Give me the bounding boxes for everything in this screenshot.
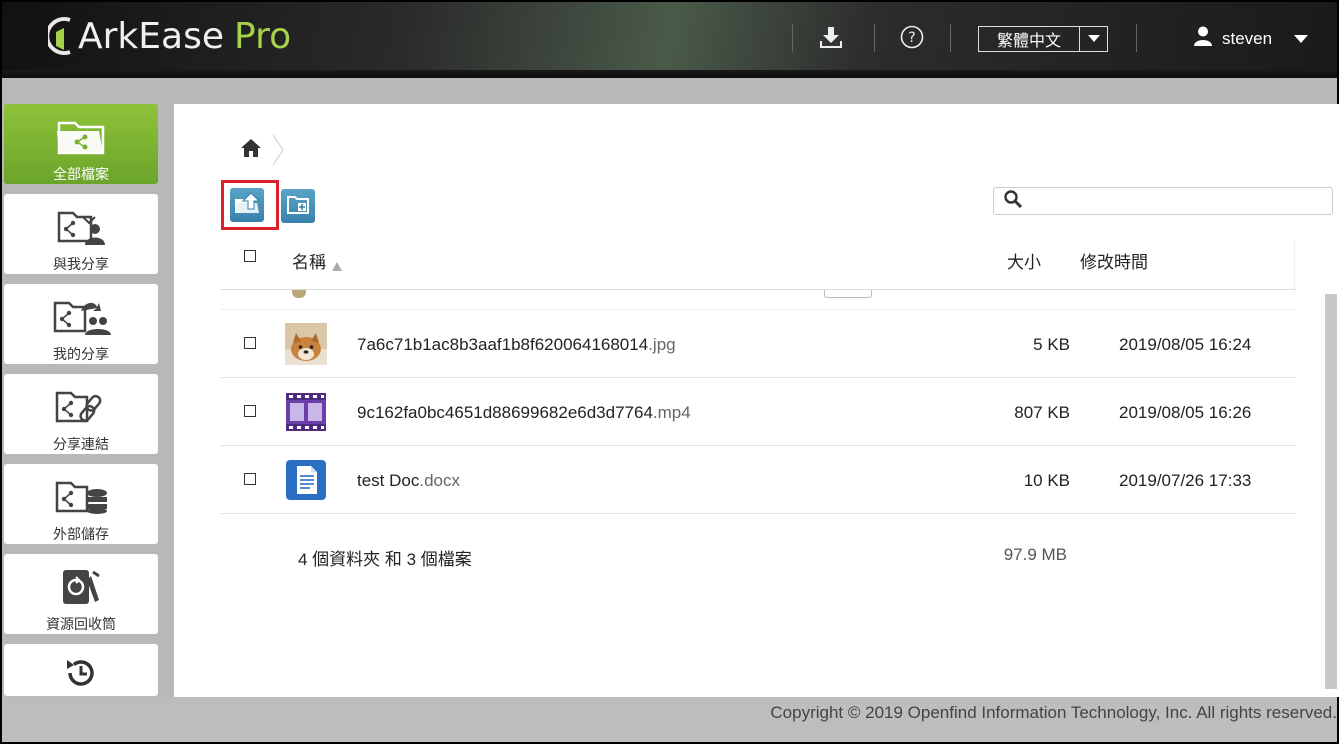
table-header-scroll-area	[1294, 240, 1332, 294]
breadcrumb	[240, 134, 284, 166]
file-name[interactable]: 9c162fa0bc4651d88699682e6d3d7764.mp4	[357, 403, 691, 423]
top-header: ArkEase Pro ? 繁體中文 steven	[2, 2, 1337, 78]
sidebar-item-my-shares[interactable]: 我的分享	[4, 284, 158, 364]
table-row-partial[interactable]	[220, 290, 1296, 310]
upload-icon	[233, 191, 261, 220]
row-checkbox[interactable]	[244, 405, 256, 417]
folder-summary-size: 97.9 MB	[1003, 545, 1067, 564]
user-menu[interactable]: steven	[1194, 26, 1309, 51]
app-logo[interactable]: ArkEase Pro	[45, 14, 292, 58]
file-extension: .mp4	[652, 403, 691, 422]
file-modified: 2019/08/05 16:26	[1119, 403, 1252, 422]
search-icon[interactable]	[1004, 189, 1023, 213]
history-icon	[51, 650, 111, 696]
table-header: 名稱 大小 修改時間	[220, 240, 1296, 290]
header-divider	[792, 24, 793, 52]
new-folder-button[interactable]	[281, 189, 315, 223]
sidebar-item-label: 我的分享	[53, 346, 109, 362]
all-files-icon	[51, 114, 111, 160]
chevron-down-icon[interactable]	[1079, 27, 1107, 51]
caret-down-icon[interactable]	[1294, 34, 1309, 43]
column-header-name[interactable]: 名稱	[292, 248, 342, 273]
file-size: 807 KB	[1014, 403, 1070, 422]
file-size: 5 KB	[1033, 335, 1070, 354]
file-extension: .jpg	[648, 335, 676, 354]
folder-thumbnail-icon	[292, 290, 306, 298]
video-file-icon	[285, 391, 327, 433]
language-label: 繁體中文	[996, 33, 1061, 50]
language-select[interactable]: 繁體中文	[978, 26, 1108, 52]
header-divider	[950, 24, 951, 52]
home-icon[interactable]	[240, 138, 262, 163]
file-name[interactable]: 7a6c71b1ac8b3aaf1b8f620064168014.jpg	[357, 335, 676, 355]
sidebar-item-label: 資源回收筒	[46, 616, 116, 632]
sidebar-item-share-link[interactable]: 分享連結	[4, 374, 158, 454]
row-checkbox[interactable]	[244, 337, 256, 349]
sidebar-item-all-files[interactable]: 全部檔案	[4, 104, 158, 184]
file-size: 10 KB	[1023, 471, 1070, 490]
header-divider	[874, 24, 875, 52]
vertical-scrollbar[interactable]	[1325, 294, 1337, 689]
help-icon[interactable]: ?	[897, 22, 927, 52]
select-all-checkbox[interactable]	[244, 250, 256, 262]
sidebar-item-external-storage[interactable]: 外部儲存	[4, 464, 158, 544]
new-folder-icon	[286, 193, 310, 220]
search-input[interactable]	[1028, 189, 1332, 213]
folder-summary: 4 個資料夾 和 3 個檔案	[298, 550, 472, 569]
table-row[interactable]: 9c162fa0bc4651d88699682e6d3d7764.mp4 807…	[220, 378, 1296, 446]
image-thumbnail	[285, 323, 327, 365]
column-header-modified[interactable]: 修改時間	[1080, 248, 1148, 273]
column-header-size[interactable]: 大小	[1007, 248, 1041, 273]
file-name-base: 9c162fa0bc4651d88699682e6d3d7764	[357, 403, 653, 422]
breadcrumb-separator-icon	[272, 134, 284, 166]
logo-text: ArkEase	[78, 15, 224, 57]
sidebar-item-label: 分享連結	[53, 436, 109, 452]
download-icon[interactable]	[816, 22, 846, 52]
my-shares-icon	[51, 294, 111, 340]
file-name-base: 7a6c71b1ac8b3aaf1b8f620064168014	[357, 335, 649, 354]
document-file-icon	[285, 459, 327, 501]
sidebar-item-recycle-bin[interactable]: 資源回收筒	[4, 554, 158, 634]
column-name-label: 名稱	[292, 253, 326, 272]
user-name: steven	[1222, 28, 1273, 48]
row-checkbox[interactable]	[244, 473, 256, 485]
file-extension: .docx	[419, 471, 460, 490]
search-box[interactable]	[993, 187, 1333, 215]
file-modified: 2019/07/26 17:33	[1119, 471, 1252, 490]
sidebar-item-shared-with-me[interactable]: 與我分享	[4, 194, 158, 274]
header-divider	[1136, 24, 1137, 52]
user-icon	[1194, 26, 1212, 51]
copyright-text: Copyright © 2019 Openfind Information Te…	[770, 703, 1337, 722]
logo-mark-icon	[45, 16, 76, 56]
table-row[interactable]: test Doc.docx 10 KB 2019/07/26 17:33	[220, 446, 1296, 514]
upload-button[interactable]	[230, 188, 264, 222]
sidebar-item-label: 與我分享	[53, 256, 109, 272]
file-name[interactable]: test Doc.docx	[357, 471, 460, 491]
external-storage-icon	[51, 474, 111, 520]
svg-text:?: ?	[908, 30, 915, 46]
footer: Copyright © 2019 Openfind Information Te…	[2, 697, 1337, 742]
sidebar-item-history[interactable]	[4, 644, 158, 696]
logo-pro-text: Pro	[234, 15, 292, 57]
file-name-base: test Doc	[357, 471, 420, 490]
file-modified: 2019/08/05 16:24	[1119, 335, 1252, 354]
main-panel: 名稱 大小 修改時間 7a6c71b1ac8b3aaf1b8f620064168…	[174, 104, 1339, 697]
recycle-bin-icon	[51, 564, 111, 610]
row-action-button[interactable]	[824, 290, 872, 298]
sidebar-item-label: 全部檔案	[53, 166, 109, 182]
sidebar-item-label: 外部儲存	[53, 526, 109, 542]
shared-with-me-icon	[51, 204, 111, 250]
share-link-icon	[51, 384, 111, 430]
sort-ascending-icon	[332, 262, 342, 271]
table-row[interactable]: 7a6c71b1ac8b3aaf1b8f620064168014.jpg 5 K…	[220, 310, 1296, 378]
